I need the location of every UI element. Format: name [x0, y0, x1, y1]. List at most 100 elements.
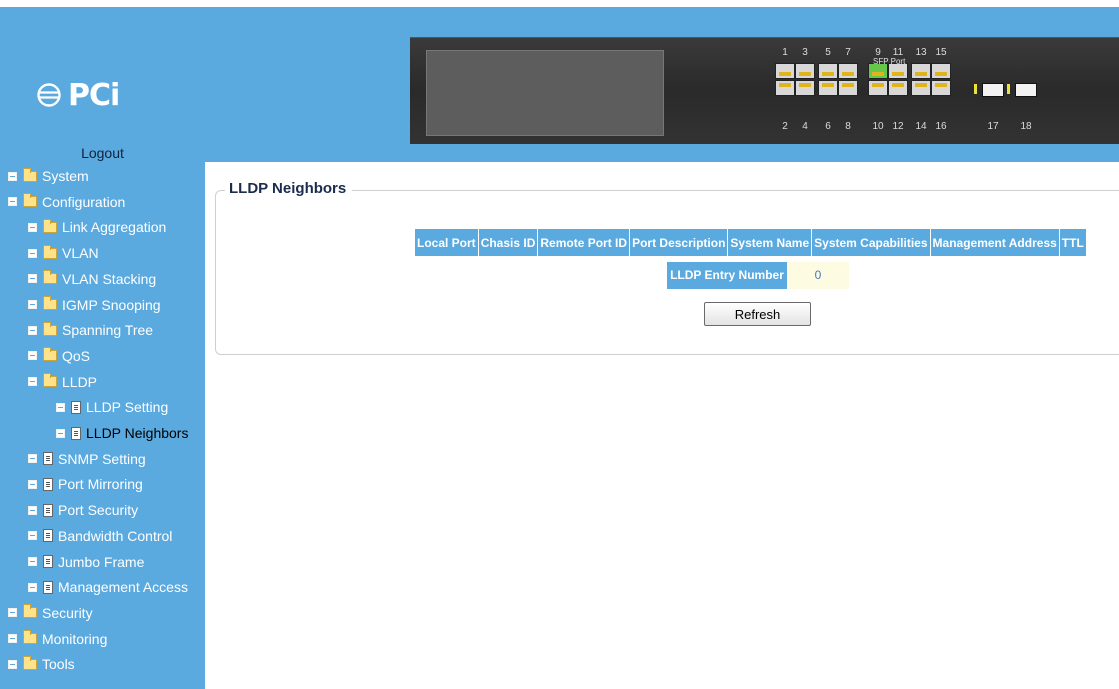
expand-toggle-icon[interactable]: [8, 634, 17, 644]
column-header: Management Address: [930, 229, 1060, 256]
top-strip: [0, 0, 1119, 7]
sfp-led-icon: [974, 84, 977, 94]
port-1-icon[interactable]: [775, 63, 795, 79]
port-12-icon[interactable]: [888, 80, 908, 96]
switch-panel: [410, 37, 1119, 144]
expand-toggle-icon[interactable]: [8, 197, 17, 207]
sidebar-item-lldp-neighbors[interactable]: LLDP Neighbors: [56, 420, 188, 446]
sidebar-item-label: Configuration: [42, 193, 126, 210]
port-number-label: 4: [802, 121, 808, 132]
sfp-led-icon: [1007, 84, 1010, 94]
expand-toggle-icon[interactable]: [28, 248, 37, 258]
port-4-icon[interactable]: [795, 80, 815, 96]
port-number-label: 17: [987, 121, 999, 132]
expand-toggle-icon[interactable]: [28, 325, 37, 335]
sidebar-item-label: SNMP Setting: [58, 450, 146, 467]
port-number-label: 7: [845, 47, 851, 58]
folder-icon: [23, 630, 37, 645]
sidebar-item-qos[interactable]: QoS: [28, 343, 90, 369]
header: PCi Logout 1 3 5 7 9 11 13 15 2 4 6 8 10 12 14 16 SFP Po…: [0, 7, 1119, 162]
expand-toggle-icon[interactable]: [28, 454, 37, 464]
sidebar-item-label: IGMP Snooping: [62, 296, 161, 313]
expand-toggle-icon[interactable]: [56, 402, 65, 412]
sidebar-item-label: VLAN Stacking: [62, 270, 157, 287]
document-icon: [43, 555, 53, 568]
refresh-button[interactable]: Refresh: [704, 302, 811, 326]
sidebar-item-security[interactable]: Security: [8, 600, 93, 626]
port-5-icon[interactable]: [818, 63, 838, 79]
port-14-icon[interactable]: [911, 80, 931, 96]
sidebar-item-label: System: [42, 168, 89, 184]
sfp-port-label: SFP Port: [873, 57, 906, 66]
folder-icon: [23, 193, 37, 208]
sidebar-item-link-aggregation[interactable]: Link Aggregation: [28, 214, 166, 240]
port-10-icon[interactable]: [868, 80, 888, 96]
expand-toggle-icon[interactable]: [28, 531, 37, 541]
sidebar-nav: System Configuration Link Aggregation VLAN V…: [0, 162, 205, 689]
main-content: LLDP Neighbors Local Port Chasis ID Remote…: [205, 162, 1119, 689]
sidebar-item-label: LLDP Neighbors: [86, 425, 189, 441]
sidebar-item-configuration[interactable]: Configuration: [8, 189, 125, 215]
port-16-icon[interactable]: [931, 80, 951, 96]
port-3-icon[interactable]: [795, 63, 815, 79]
column-header: System Name: [727, 229, 813, 256]
sidebar-item-port-security[interactable]: Port Security: [28, 497, 138, 523]
sidebar-item-igmp-snooping[interactable]: IGMP Snooping: [28, 292, 161, 318]
expand-toggle-icon[interactable]: [28, 351, 37, 361]
port-number-label: 1: [782, 47, 788, 58]
folder-icon: [43, 373, 57, 388]
sfp-port-18-icon[interactable]: [1015, 83, 1037, 97]
column-header: Remote Port ID: [537, 229, 631, 256]
expand-toggle-icon[interactable]: [28, 274, 37, 284]
sfp-port-17-icon[interactable]: [982, 83, 1004, 97]
sidebar-item-spanning-tree[interactable]: Spanning Tree: [28, 317, 153, 343]
sidebar-item-label: Security: [42, 604, 93, 621]
expand-toggle-icon[interactable]: [28, 300, 37, 309]
sidebar-item-management-access[interactable]: Management Access: [28, 574, 188, 600]
expand-toggle-icon[interactable]: [8, 659, 17, 669]
port-number-label: 8: [845, 121, 851, 132]
port-number-label: 13: [915, 47, 927, 58]
sidebar-item-lldp-setting[interactable]: LLDP Setting: [56, 394, 168, 420]
sidebar-item-vlan-stacking[interactable]: VLAN Stacking: [28, 266, 156, 292]
expand-toggle-icon[interactable]: [8, 608, 17, 618]
document-icon: [43, 580, 53, 594]
port-7-icon[interactable]: [838, 63, 858, 79]
expand-toggle-icon[interactable]: [28, 377, 37, 387]
port-13-icon[interactable]: [911, 63, 931, 79]
port-number-label: 15: [935, 47, 947, 58]
folder-icon: [43, 321, 57, 336]
sidebar-item-label: Link Aggregation: [62, 219, 167, 236]
port-number-label: 5: [825, 47, 831, 58]
sidebar-item-jumbo-frame[interactable]: Jumbo Frame: [28, 549, 144, 575]
port-15-icon[interactable]: [931, 63, 951, 79]
sidebar-item-label: Tools: [42, 656, 75, 673]
sidebar-item-monitoring[interactable]: Monitoring: [8, 626, 107, 652]
expand-toggle-icon[interactable]: [28, 222, 37, 232]
expand-toggle-icon[interactable]: [28, 479, 37, 489]
sidebar-item-label: LLDP: [62, 373, 98, 390]
sidebar-item-bandwidth-control[interactable]: Bandwidth Control: [28, 523, 172, 549]
port-number-label: 2: [782, 121, 788, 132]
document-icon: [71, 426, 81, 440]
sidebar-item-snmp-setting[interactable]: SNMP Setting: [28, 446, 146, 472]
port-6-icon[interactable]: [818, 80, 838, 96]
sidebar-item-port-mirroring[interactable]: Port Mirroring: [28, 471, 143, 497]
port-2-icon[interactable]: [775, 80, 795, 96]
port-8-icon[interactable]: [838, 80, 858, 96]
column-header: System Capabilities: [811, 229, 931, 256]
port-number-label: 14: [915, 121, 927, 132]
expand-toggle-icon[interactable]: [28, 582, 37, 592]
logout-link[interactable]: Logout: [0, 145, 205, 161]
sidebar-item-system[interactable]: System: [8, 163, 89, 189]
port-number-label: 18: [1020, 121, 1032, 132]
expand-toggle-icon[interactable]: [8, 171, 17, 181]
sidebar-item-vlan[interactable]: VLAN: [28, 240, 99, 266]
expand-toggle-icon[interactable]: [28, 505, 37, 515]
sidebar-item-lldp[interactable]: LLDP: [28, 369, 97, 395]
sidebar-item-tools[interactable]: Tools: [8, 651, 75, 677]
port-number-label: 3: [802, 47, 808, 58]
port-number-label: 10: [872, 121, 884, 132]
expand-toggle-icon[interactable]: [56, 428, 65, 438]
expand-toggle-icon[interactable]: [28, 557, 37, 566]
